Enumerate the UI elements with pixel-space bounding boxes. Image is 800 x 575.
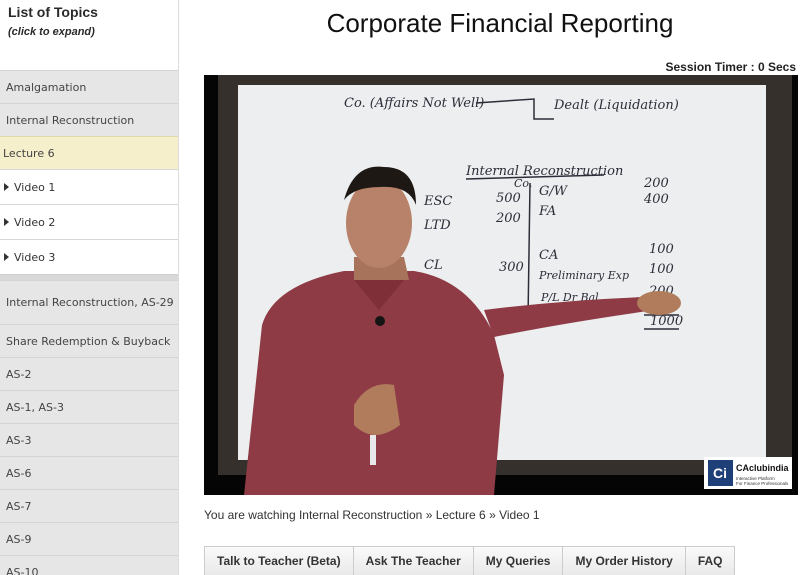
caclubindia-logo: Ci CAclubindia Interactive Platform For … [704, 457, 792, 489]
board-left-value: 300 [499, 260, 524, 275]
topic-as-9[interactable]: AS-9 [0, 522, 178, 555]
board-right-label: Preliminary Exp [538, 269, 629, 282]
sidebar-title: List of Topics [8, 4, 98, 20]
video-label: Video 1 [14, 180, 56, 194]
board-text-dealt: Dealt (Liquidation) [553, 98, 679, 113]
video-3-item[interactable]: Video 3 [0, 239, 178, 274]
topic-as-3[interactable]: AS-3 [0, 423, 178, 456]
play-caret-icon [4, 183, 9, 191]
board-text-co: Co. (Affairs Not Well) [344, 96, 484, 111]
play-caret-icon [4, 218, 9, 226]
tab-faq[interactable]: FAQ [686, 547, 735, 575]
play-caret-icon [4, 253, 9, 261]
topic-share-redemption[interactable]: Share Redemption & Buyback [0, 324, 178, 357]
now-watching-breadcrumb: You are watching Internal Reconstruction… [204, 508, 540, 522]
topic-internal-reconstruction-as29[interactable]: Internal Reconstruction, AS-29 [0, 280, 178, 324]
board-left-value: 500 [496, 191, 521, 206]
board-right-value: 100 [649, 242, 674, 257]
topic-as-2[interactable]: AS-2 [0, 357, 178, 390]
board-right-label: CA [539, 248, 558, 263]
board-right-value: 200 [643, 176, 669, 191]
sidebar-header: List of Topics (click to expand) [0, 0, 178, 70]
lecture-6-item[interactable]: Lecture 6 [0, 136, 178, 169]
topic-as-7[interactable]: AS-7 [0, 489, 178, 522]
logo-name: CAclubindia [736, 463, 789, 473]
board-right-value: 100 [649, 262, 674, 277]
sidebar-subtitle: (click to expand) [8, 26, 95, 38]
tab-my-queries[interactable]: My Queries [474, 547, 564, 575]
tab-my-order-history[interactable]: My Order History [563, 547, 686, 575]
video-2-item[interactable]: Video 2 [0, 204, 178, 239]
topic-as-1-as-3[interactable]: AS-1, AS-3 [0, 390, 178, 423]
video-1-item[interactable]: Video 1 [0, 169, 178, 204]
board-total: 1000 [650, 314, 683, 329]
session-timer: Session Timer : 0 Secs [665, 60, 796, 74]
board-left-label: ESC [423, 194, 452, 209]
lecture-video-frame: Co. (Affairs Not Well) Dealt (Liquidatio… [204, 75, 798, 495]
video-label: Video 2 [14, 215, 56, 229]
board-right-label: FA [538, 204, 556, 219]
topics-sidebar: List of Topics (click to expand) Amalgam… [0, 0, 179, 575]
topic-internal-reconstruction[interactable]: Internal Reconstruction [0, 103, 178, 136]
video-label: Video 3 [14, 250, 56, 264]
board-right-value: 400 [643, 192, 669, 207]
board-right-label: G/W [539, 184, 569, 199]
topic-amalgamation[interactable]: Amalgamation [0, 70, 178, 103]
tab-ask-the-teacher[interactable]: Ask The Teacher [354, 547, 474, 575]
page-title: Corporate Financial Reporting [326, 8, 674, 38]
board-left-label: CL [424, 258, 443, 273]
support-tabs: Talk to Teacher (Beta) Ask The Teacher M… [204, 546, 736, 575]
tab-talk-to-teacher[interactable]: Talk to Teacher (Beta) [205, 547, 354, 575]
board-left-value: 200 [495, 211, 521, 226]
video-player[interactable]: Co. (Affairs Not Well) Dealt (Liquidatio… [204, 75, 798, 495]
topic-as-10[interactable]: AS-10 [0, 555, 178, 575]
svg-text:Ci: Ci [713, 465, 727, 481]
board-left-label: LTD [423, 218, 451, 233]
topic-as-6[interactable]: AS-6 [0, 456, 178, 489]
logo-tagline: For Finance Professionals [736, 481, 789, 486]
